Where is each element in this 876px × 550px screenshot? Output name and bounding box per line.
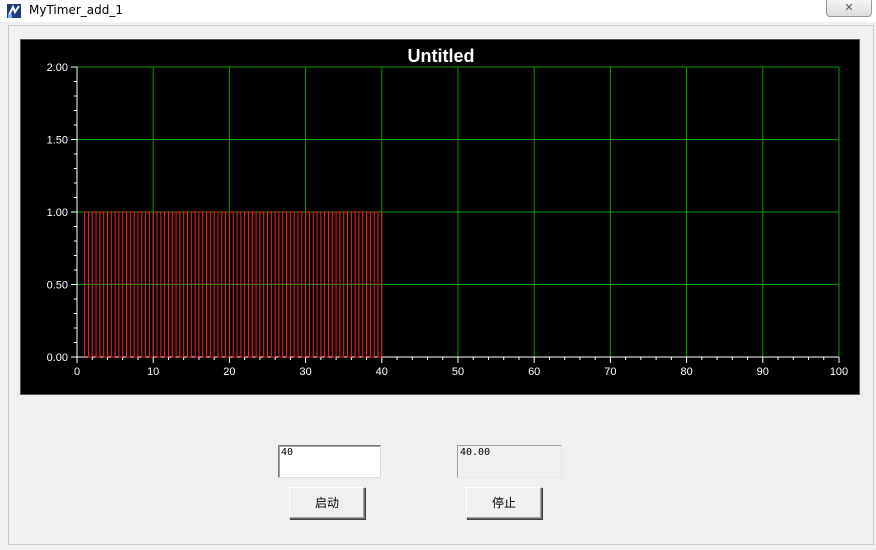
value-display: 40.00 (457, 445, 562, 478)
x-tick-label: 50 (452, 366, 464, 378)
x-tick-label: 70 (604, 366, 616, 378)
x-tick-label: 30 (299, 366, 311, 378)
y-tick-label: 1.50 (47, 135, 68, 147)
close-button[interactable]: ✕ (826, 0, 872, 17)
y-tick-label: 0.50 (47, 280, 68, 292)
chart-panel: 0 10 20 30 40 50 60 70 80 90 100 0.00 0.50 1.00 1.50 2.… (20, 39, 860, 395)
stop-button[interactable]: 停止 (466, 487, 542, 519)
app-icon (7, 4, 21, 18)
x-tick-label: 90 (757, 366, 769, 378)
x-tick-label: 10 (147, 366, 159, 378)
chart: 0 10 20 30 40 50 60 70 80 90 100 0.00 0.50 1.00 1.50 2.… (47, 46, 849, 378)
y-tick-label: 2.00 (47, 62, 68, 74)
x-tick-label: 100 (830, 366, 848, 378)
title-bar: MyTimer_add_1 ✕ (0, 0, 876, 22)
x-tick-label: 20 (223, 366, 235, 378)
x-tick-label: 0 (74, 366, 80, 378)
y-tick-label: 0.00 (47, 352, 68, 364)
value-input[interactable]: 40 (278, 445, 381, 478)
x-tick-label: 60 (528, 366, 540, 378)
window-title: MyTimer_add_1 (29, 3, 123, 17)
x-tick-label: 80 (680, 366, 692, 378)
x-tick-label: 40 (376, 366, 388, 378)
close-icon: ✕ (844, 1, 854, 14)
value-input-text: 40 (281, 447, 294, 458)
value-display-text: 40.00 (460, 447, 491, 458)
y-tick-label: 1.00 (47, 207, 68, 219)
chart-title: Untitled (408, 46, 475, 66)
app-window: MyTimer_add_1 ✕ 0 10 20 30 40 50 60 70 80 90 100 0.… (0, 0, 876, 550)
start-button[interactable]: 启动 (289, 487, 365, 519)
